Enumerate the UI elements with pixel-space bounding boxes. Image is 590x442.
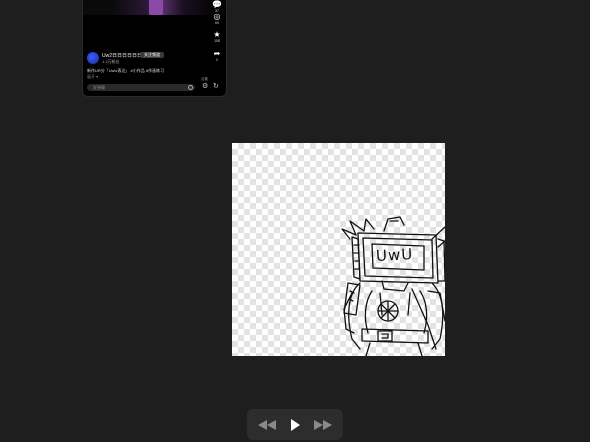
caption-expand: 展开 ▾: [87, 74, 99, 79]
coin-count: 65: [215, 21, 219, 25]
video-figure: [149, 0, 163, 15]
user-subtitle: 1.2万粉丝: [102, 59, 120, 64]
follow-button: 关注频道: [140, 52, 164, 58]
favorite-count: 158: [214, 39, 220, 43]
play-button[interactable]: [283, 409, 307, 440]
share-icon: ➦: [213, 49, 221, 58]
share-count: 0: [216, 58, 218, 62]
avatar: [87, 52, 99, 64]
robot-sketch: [341, 216, 445, 356]
fast-forward-button[interactable]: [309, 409, 337, 440]
settings-icon: ⚙: [202, 83, 209, 90]
fast-forward-icon: [314, 419, 332, 430]
rewind-icon: [258, 419, 276, 430]
video-caption: 新作UR分「UwU表达」 #小作品 #作画练习: [87, 68, 165, 73]
collection-label: 合集: [201, 77, 208, 81]
emoji-icon: [188, 85, 193, 90]
comment-placeholder: 发弹幕: [93, 85, 105, 90]
rewind-button[interactable]: [253, 409, 281, 440]
star-icon: ★: [213, 30, 221, 39]
comment-icon: 💬: [212, 0, 222, 9]
reference-phone-screenshot: 💬 37 ◎ 65 ★ 158 ➦ 0 Uw2日日日日日日日 ✓ 关注频道 1.…: [82, 0, 227, 97]
play-icon: [291, 418, 300, 431]
rotate-icon: ↻: [213, 83, 219, 90]
favorite-action: ★ 158: [210, 30, 224, 44]
comment-bar: 发弹幕: [87, 84, 195, 91]
coin-action: ◎ 65: [210, 12, 224, 26]
video-frame: [83, 0, 226, 15]
coin-icon: ◎: [213, 12, 221, 21]
screen-face-text: UwU: [375, 245, 414, 265]
playback-controls: [247, 409, 343, 440]
share-action: ➦ 0: [210, 49, 224, 63]
drawing-canvas[interactable]: UwU: [232, 143, 445, 356]
